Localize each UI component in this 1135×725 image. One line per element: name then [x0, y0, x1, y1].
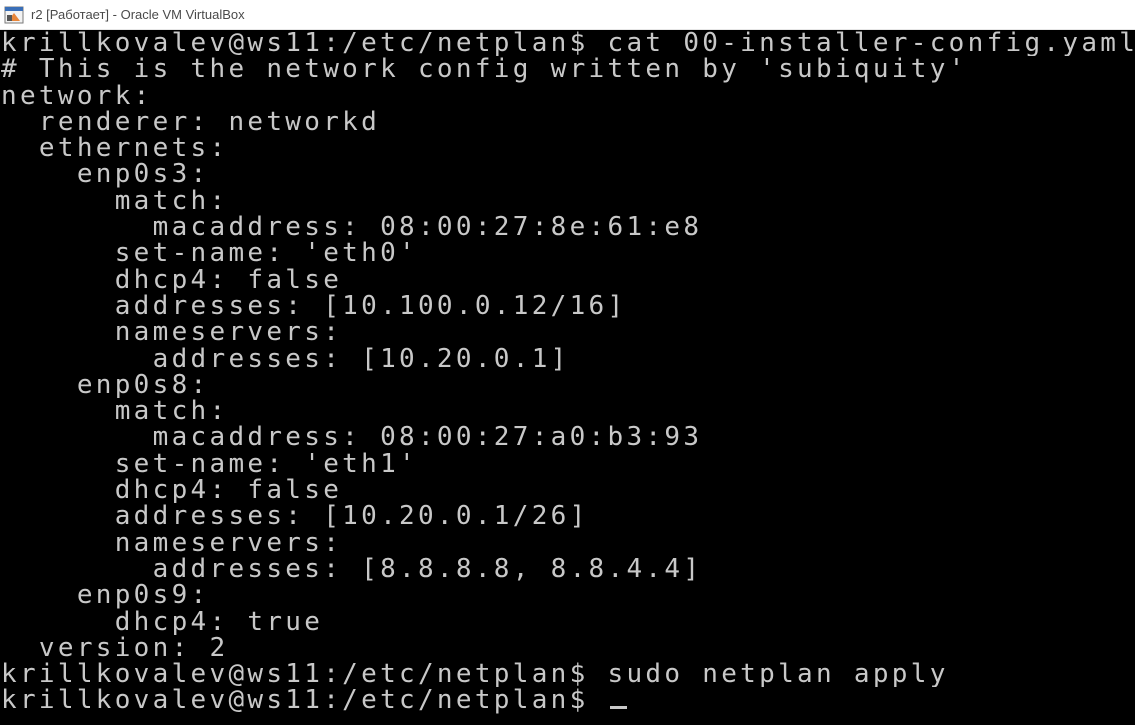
- terminal-line: enp0s3:: [1, 161, 210, 188]
- terminal-line: nameservers:: [1, 529, 343, 556]
- terminal-cursor: [609, 706, 627, 710]
- terminal-line: ethernets:: [1, 135, 229, 162]
- virtualbox-icon: [4, 5, 24, 25]
- terminal-line: dhcp4: false: [1, 477, 343, 504]
- terminal-prompt-line[interactable]: krillkovalev@ws11:/etc/netplan$: [1, 687, 1135, 714]
- terminal-line: addresses: [10.100.0.12/16]: [1, 292, 627, 320]
- terminal-line: addresses: [10.20.0.1]: [1, 345, 570, 372]
- terminal-line: addresses: [10.20.0.1/26]: [1, 503, 589, 530]
- window-title: r2 [Работает] - Oracle VM VirtualBox: [31, 7, 245, 22]
- terminal-line: enp0s8:: [1, 371, 210, 399]
- terminal-screen[interactable]: krillkovalev@ws11:/etc/netplan$ cat 00-i…: [0, 30, 1135, 725]
- terminal-line: version: 2: [1, 634, 229, 662]
- terminal-line: match:: [1, 398, 229, 425]
- terminal-line: dhcp4: false: [1, 266, 343, 293]
- terminal-line: macaddress: 08:00:27:8e:61:e8: [1, 214, 703, 241]
- terminal-line: nameservers:: [1, 319, 343, 346]
- terminal-line: enp0s9:: [1, 582, 210, 609]
- terminal-line: network:: [1, 82, 153, 109]
- terminal-line: addresses: [8.8.8.8, 8.8.4.4]: [1, 555, 703, 583]
- terminal-line: # This is the network config written by …: [1, 56, 968, 83]
- terminal-line: macaddress: 08:00:27:a0:b3:93: [1, 424, 703, 451]
- terminal-line: match:: [1, 187, 229, 215]
- terminal-line: krillkovalev@ws11:/etc/netplan$ sudo net…: [1, 661, 949, 688]
- terminal-line: krillkovalev@ws11:/etc/netplan$ cat 00-i…: [1, 30, 1135, 57]
- terminal-line: set-name: 'eth1': [1, 450, 418, 478]
- terminal-line: set-name: 'eth0': [1, 240, 418, 267]
- terminal-prompt: krillkovalev@ws11:/etc/netplan$: [1, 687, 608, 714]
- terminal-line: dhcp4: true: [1, 608, 324, 635]
- virtualbox-window: r2 [Работает] - Oracle VM VirtualBox kri…: [0, 0, 1135, 725]
- title-bar[interactable]: r2 [Работает] - Oracle VM VirtualBox: [0, 0, 1135, 30]
- terminal-line: renderer: networkd: [1, 108, 381, 136]
